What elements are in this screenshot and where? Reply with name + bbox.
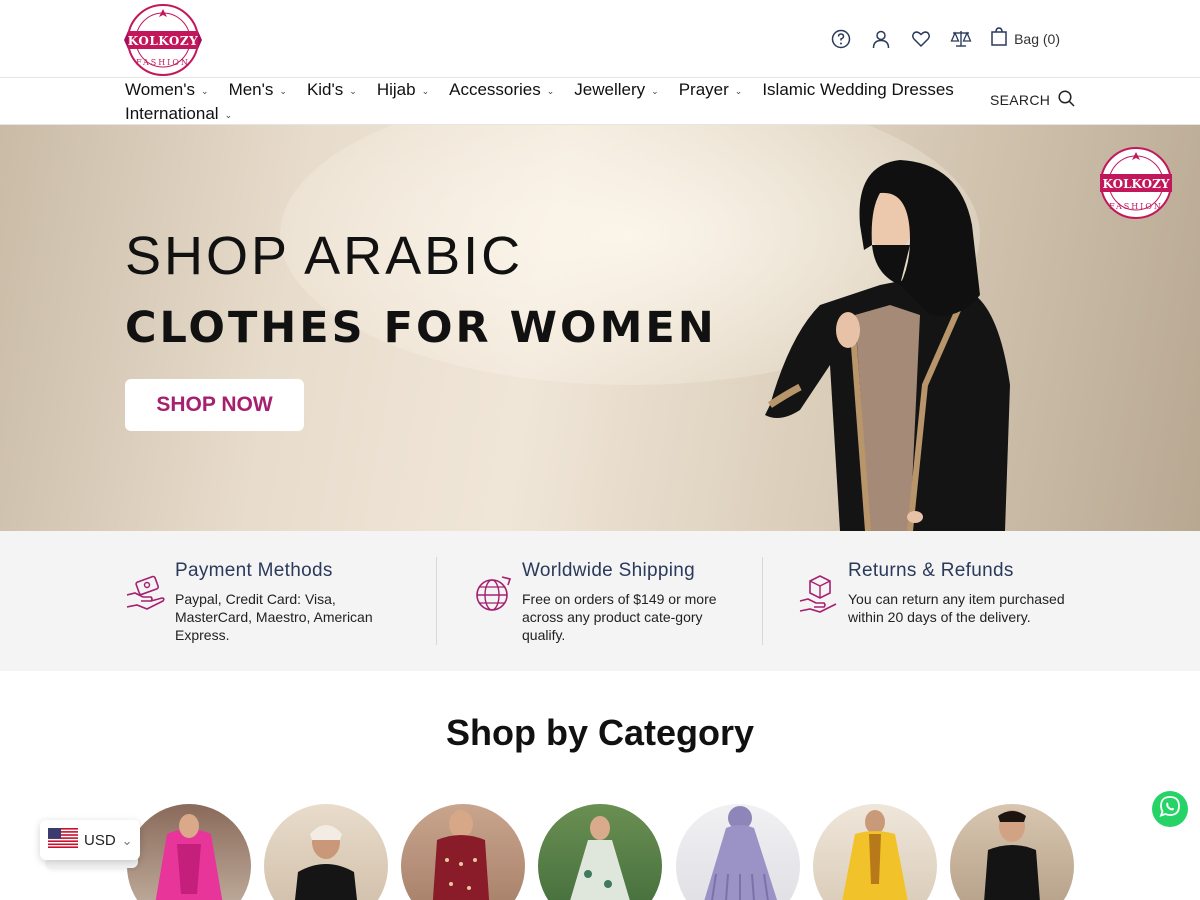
- nav-item-womens[interactable]: Women's ⌄: [125, 78, 209, 102]
- payment-hands-icon: [125, 573, 167, 615]
- svg-text:KOLKOZY: KOLKOZY: [1103, 177, 1170, 191]
- chevron-down-icon: ⌄: [201, 86, 209, 96]
- svg-text:FASHION: FASHION: [1109, 202, 1163, 211]
- feature-shipping: Worldwide Shipping Free on orders of $14…: [472, 557, 752, 647]
- hero-title-line2: CLOTHES FOR WOMEN: [125, 303, 717, 353]
- bag-label: Bag (0): [1014, 30, 1060, 47]
- nav-label: Islamic Wedding Dresses: [762, 80, 954, 99]
- search-icon: [1058, 90, 1075, 110]
- nav-item-kids[interactable]: Kid's ⌄: [307, 78, 357, 102]
- features-bar: Payment Methods Paypal, Credit Card: Vis…: [0, 531, 1200, 671]
- category-kids[interactable]: [401, 804, 525, 900]
- bag-icon: [990, 27, 1008, 50]
- hero-banner: SHOP ARABIC CLOTHES FOR WOMEN SHOP NOW K…: [0, 125, 1200, 531]
- bag-button[interactable]: Bag (0): [990, 27, 1060, 50]
- nav-item-accessories[interactable]: Accessories ⌄: [449, 78, 554, 102]
- whatsapp-icon: [1158, 795, 1182, 824]
- nav-label: International: [125, 104, 219, 123]
- chevron-down-icon: ⌄: [279, 86, 287, 96]
- chevron-down-icon: ⌄: [224, 110, 233, 120]
- divider: [762, 557, 763, 645]
- divider: [436, 557, 437, 645]
- chevron-down-icon: ⌄: [121, 833, 133, 848]
- category-mens-kurta[interactable]: [950, 804, 1074, 900]
- currency-selector[interactable]: USD ⌄: [40, 820, 140, 860]
- nav-label: Men's: [228, 80, 274, 99]
- section-title: Shop by Category: [445, 712, 755, 753]
- nav-label: Jewellery: [574, 80, 646, 99]
- nav-item-prayer[interactable]: Prayer ⌄: [679, 78, 743, 102]
- currency-code: USD: [84, 831, 116, 849]
- chevron-down-icon: ⌄: [349, 86, 357, 96]
- feature-payment: Payment Methods Paypal, Credit Card: Vis…: [125, 557, 425, 647]
- svg-text:KOLKOZY: KOLKOZY: [128, 34, 198, 48]
- category-womens-kaftan[interactable]: [127, 804, 251, 900]
- main-nav: Women's ⌄ Men's ⌄ Kid's ⌄ Hijab ⌄ Accessorie…: [0, 78, 1200, 125]
- nav-label: Hijab: [376, 80, 416, 99]
- nav-label: Kid's: [306, 80, 344, 99]
- feature-description: You can return any item purchased within…: [848, 591, 1065, 625]
- header-actions: Bag (0): [830, 27, 1060, 50]
- category-dresses[interactable]: [538, 804, 662, 900]
- site-header: KOLKOZY FASHION Bag (0): [0, 0, 1200, 78]
- chevron-down-icon: ⌄: [546, 86, 555, 96]
- box-return-icon: [798, 573, 840, 615]
- compare-icon[interactable]: [950, 28, 972, 50]
- nav-item-mens[interactable]: Men's ⌄: [229, 78, 287, 102]
- chevron-down-icon: ⌄: [734, 86, 743, 96]
- model-image: [760, 155, 1020, 531]
- nav-item-hijab[interactable]: Hijab ⌄: [377, 78, 429, 102]
- svg-text:FASHION: FASHION: [136, 58, 190, 67]
- chevron-down-icon: ⌄: [421, 86, 430, 96]
- category-mens-thobe[interactable]: [264, 804, 388, 900]
- help-icon[interactable]: [830, 28, 852, 50]
- nav-menu: Women's ⌄ Men's ⌄ Kid's ⌄ Hijab ⌄ Accessorie…: [125, 78, 975, 126]
- hero-title-line1: SHOP ARABIC: [125, 226, 524, 286]
- hero-brand-logo: KOLKOZY FASHION: [1096, 145, 1176, 221]
- nav-item-international[interactable]: International ⌄: [125, 102, 232, 126]
- nav-item-jewellery[interactable]: Jewellery ⌄: [574, 78, 658, 102]
- chevron-down-icon: ⌄: [651, 86, 659, 96]
- nav-label: Prayer: [678, 80, 729, 99]
- category-gowns[interactable]: [813, 804, 937, 900]
- search-label: SEARCH: [990, 92, 1051, 108]
- feature-description: Free on orders of $149 or more across an…: [522, 591, 717, 643]
- feature-title: Worldwide Shipping: [522, 560, 695, 581]
- feature-returns: Returns & Refunds You can return any ite…: [798, 557, 1098, 647]
- globe-icon: [472, 573, 514, 615]
- brand-logo[interactable]: KOLKOZY FASHION: [124, 3, 202, 77]
- feature-title: Payment Methods: [175, 560, 333, 581]
- account-icon[interactable]: [870, 28, 892, 50]
- nav-item-islamic-wedding-dresses[interactable]: Islamic Wedding Dresses: [762, 78, 953, 102]
- nav-label: Accessories: [449, 80, 541, 99]
- search-button[interactable]: SEARCH: [990, 90, 1075, 110]
- shop-now-button[interactable]: SHOP NOW: [125, 379, 304, 431]
- whatsapp-chat-button[interactable]: [1152, 791, 1188, 827]
- nav-label: Women's: [125, 80, 196, 99]
- us-flag-icon: [48, 828, 78, 852]
- category-abaya[interactable]: [676, 804, 800, 900]
- feature-title: Returns & Refunds: [848, 560, 1014, 581]
- feature-description: Paypal, Credit Card: Visa, MasterCard, M…: [175, 591, 373, 643]
- wishlist-icon[interactable]: [910, 28, 932, 50]
